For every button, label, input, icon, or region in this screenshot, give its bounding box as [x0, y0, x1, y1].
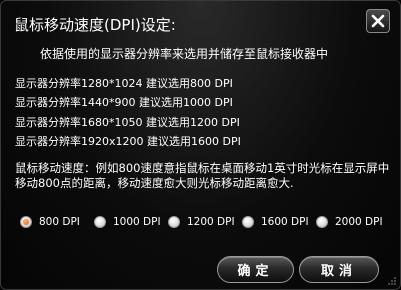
resolution-item: 显示器分辨率1920x1200 建议选用1600 DPI [15, 134, 241, 148]
dpi-option-label: 2000 DPI [335, 216, 383, 228]
resolution-item: 显示器分辨率1440*900 建议选用1000 DPI [15, 96, 233, 110]
dpi-settings-dialog: 鼠标移动速度(DPI)设定: 依据使用的显示器分辨率来选用并储存至鼠标接收器中 … [0, 0, 401, 290]
radio-button[interactable] [316, 216, 328, 228]
radio-button[interactable] [94, 216, 106, 228]
resolution-recommendations: 显示器分辨率1280*1024 建议选用800 DPI 显示器分辨率1440*9… [15, 74, 241, 151]
dpi-option-1200[interactable]: 1200 DPI [168, 214, 235, 230]
dpi-option-label: 1200 DPI [187, 216, 235, 228]
cancel-button[interactable]: 取消 [299, 256, 379, 283]
dialog-subtitle: 依据使用的显示器分辨率来选用并储存至鼠标接收器中 [40, 47, 329, 61]
radio-button[interactable] [168, 216, 180, 228]
close-icon [371, 14, 385, 28]
dpi-option-800[interactable]: 800 DPI [20, 214, 80, 230]
dpi-option-2000[interactable]: 2000 DPI [316, 214, 383, 230]
dpi-option-1600[interactable]: 1600 DPI [242, 214, 309, 230]
radio-button-selected[interactable] [20, 216, 32, 228]
ok-button[interactable]: 确定 [217, 256, 294, 283]
resolution-item: 显示器分辨率1280*1024 建议选用800 DPI [15, 77, 233, 90]
radio-button[interactable] [242, 216, 254, 228]
dpi-option-1000[interactable]: 1000 DPI [94, 214, 161, 230]
resize-grip-icon[interactable] [387, 276, 397, 286]
dpi-option-label: 800 DPI [39, 216, 80, 228]
dpi-options: 800 DPI 1000 DPI 1200 DPI 1600 DPI 2000 … [20, 214, 400, 230]
dpi-option-label: 1000 DPI [113, 216, 161, 228]
close-button[interactable] [366, 9, 390, 33]
speed-description: 鼠标移动速度：例如800速度意指鼠标在桌面移动1英寸时光标在显示屏中移动800点… [15, 161, 390, 190]
resolution-item: 显示器分辨率1680*1050 建议选用1200 DPI [15, 115, 240, 129]
dialog-title: 鼠标移动速度(DPI)设定: [14, 16, 176, 34]
dpi-option-label: 1600 DPI [261, 216, 309, 228]
